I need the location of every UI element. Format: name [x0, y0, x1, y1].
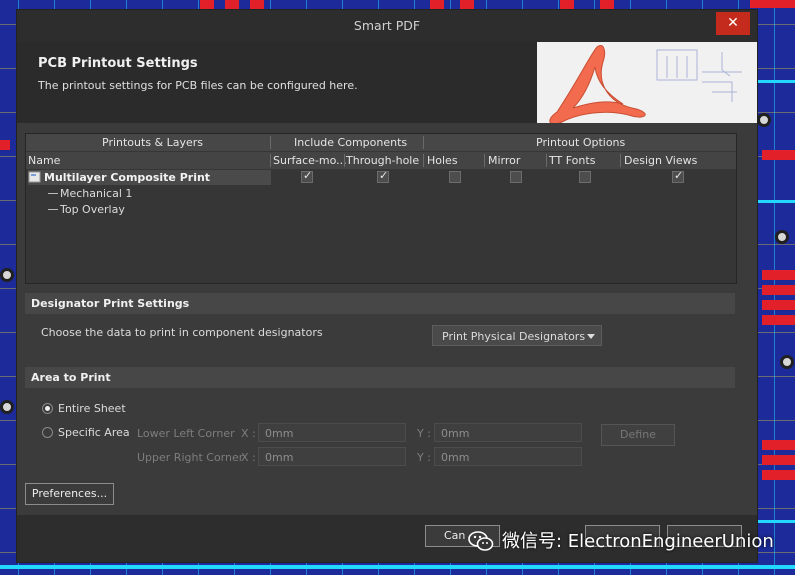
lower-left-x-field[interactable]: 0mm: [258, 423, 406, 442]
pdf-logo-banner: [537, 42, 757, 123]
col-name[interactable]: Name: [28, 154, 60, 167]
mirror-checkbox[interactable]: [510, 171, 522, 183]
area-section-title: Area to Print: [31, 371, 111, 384]
lower-left-label: Lower Left Corner: [137, 427, 235, 440]
holes-checkbox[interactable]: [449, 171, 461, 183]
designator-section-title: Designator Print Settings: [31, 297, 190, 310]
designator-label: Choose the data to print in component de…: [41, 326, 323, 339]
title-bar[interactable]: Smart PDF ✕: [17, 10, 757, 42]
designator-section-header: Designator Print Settings: [25, 293, 735, 314]
entire-sheet-label[interactable]: Entire Sheet: [58, 402, 126, 415]
group-include-components: Include Components: [294, 136, 408, 149]
watermark-text: 微信号: ElectronEngineerUnion: [502, 531, 774, 552]
group-printouts-layers: Printouts & Layers: [102, 136, 204, 149]
through-hole-checkbox[interactable]: [377, 169, 389, 183]
lower-left-y-label: Y :: [417, 427, 431, 440]
printout-name: Multilayer Composite Print: [44, 171, 211, 184]
designator-selected: Print Physical Designators: [442, 330, 586, 343]
lower-left-x-label: X :: [241, 427, 256, 440]
tt-fonts-checkbox[interactable]: [579, 171, 591, 183]
area-section-header: Area to Print: [25, 367, 735, 388]
entire-sheet-radio[interactable]: [42, 403, 53, 414]
col-surface-mount[interactable]: Surface-mo...: [273, 154, 347, 167]
designator-dropdown[interactable]: Print Physical Designators: [432, 325, 602, 346]
design-views-checkbox[interactable]: [672, 169, 684, 183]
layer-name: Top Overlay: [60, 203, 125, 216]
smart-pdf-dialog: Smart PDF ✕ PCB Printout Settings The pr…: [17, 10, 757, 562]
layer-row[interactable]: Top Overlay: [26, 202, 736, 217]
window-title: Smart PDF: [353, 18, 421, 33]
printout-doc-icon: [28, 171, 41, 183]
upper-right-x-label: X :: [241, 451, 256, 464]
wechat-icon: [468, 531, 494, 551]
surface-mount-checkbox[interactable]: [301, 169, 313, 183]
upper-right-y-field[interactable]: 0mm: [434, 447, 582, 466]
col-design-views[interactable]: Design Views: [624, 154, 697, 167]
wizard-header: PCB Printout Settings The printout setti…: [17, 42, 757, 123]
page-title: PCB Printout Settings: [38, 56, 198, 71]
specific-area-label[interactable]: Specific Area: [58, 426, 130, 439]
layer-row[interactable]: Mechanical 1: [26, 186, 736, 201]
upper-right-label: Upper Right Corner: [137, 451, 244, 464]
upper-right-y-label: Y :: [417, 451, 431, 464]
chevron-down-icon: [587, 334, 595, 339]
preferences-button[interactable]: Preferences...: [25, 483, 114, 505]
layer-name: Mechanical 1: [60, 187, 133, 200]
grid-column-header: Name Surface-mo... Through-hole Holes Mi…: [26, 152, 736, 169]
col-mirror[interactable]: Mirror: [488, 154, 520, 167]
define-button[interactable]: Define: [601, 424, 675, 446]
lower-left-y-field[interactable]: 0mm: [434, 423, 582, 442]
col-through-hole[interactable]: Through-hole: [346, 154, 419, 167]
col-tt-fonts[interactable]: TT Fonts: [549, 154, 595, 167]
printout-row[interactable]: Multilayer Composite Print: [26, 169, 736, 185]
grid-group-header: Printouts & Layers Include Components Pr…: [26, 134, 736, 151]
wechat-watermark: 微信号: ElectronEngineerUnion: [468, 527, 774, 553]
col-holes[interactable]: Holes: [427, 154, 458, 167]
close-button[interactable]: ✕: [716, 12, 750, 35]
specific-area-radio[interactable]: [42, 427, 53, 438]
upper-right-x-field[interactable]: 0mm: [258, 447, 406, 466]
printouts-layers-grid: Printouts & Layers Include Components Pr…: [25, 133, 737, 284]
group-printout-options: Printout Options: [536, 136, 626, 149]
page-subtitle: The printout settings for PCB files can …: [38, 79, 358, 92]
